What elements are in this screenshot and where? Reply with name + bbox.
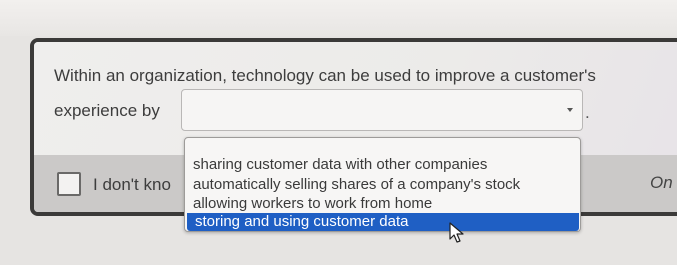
dropdown-option[interactable]: allowing workers to work from home xyxy=(193,194,432,213)
dropdown-option-highlighted[interactable]: storing and using customer data xyxy=(187,213,579,231)
mouse-pointer-icon xyxy=(449,222,464,243)
question-text-line1: Within an organization, technology can b… xyxy=(54,66,596,85)
dropdown-options-list: sharing customer data with other compani… xyxy=(184,137,581,232)
dropdown-option[interactable]: sharing customer data with other compani… xyxy=(193,155,487,174)
idk-label[interactable]: I don't kno xyxy=(93,175,171,195)
idk-checkbox[interactable] xyxy=(57,172,81,196)
dropdown-option-highlighted-label: storing and using customer data xyxy=(195,213,409,230)
footer-right-label: On xyxy=(650,173,673,192)
answer-dropdown[interactable] xyxy=(181,89,583,131)
page-top-band xyxy=(0,0,677,36)
sentence-period: . xyxy=(585,103,590,122)
question-text-prefix: experience by xyxy=(54,101,160,120)
dropdown-option[interactable]: automatically selling shares of a compan… xyxy=(193,175,520,194)
chevron-down-icon xyxy=(567,108,573,112)
